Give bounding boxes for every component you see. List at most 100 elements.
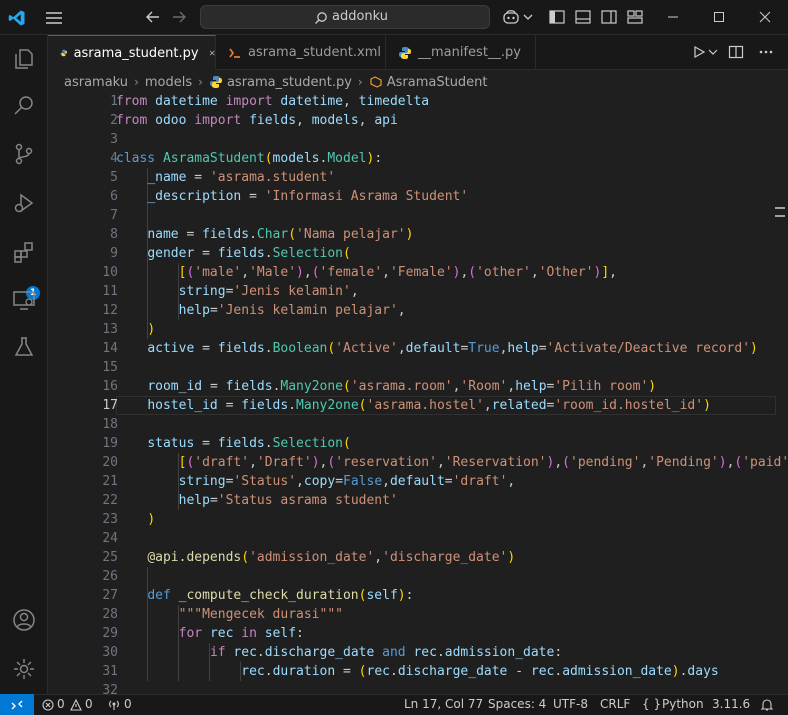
code-line[interactable]: 3 [48, 130, 788, 149]
minimize-icon [668, 16, 678, 18]
indentation[interactable]: Spaces: 4 [488, 697, 546, 711]
code-line[interactable]: 17 hostel_id = fields.Many2one('asrama.h… [48, 396, 788, 415]
remote-explorer-icon[interactable] [12, 288, 36, 312]
code-line[interactable]: 28 """Mengecek durasi""" [48, 605, 788, 624]
encoding[interactable]: UTF-8 [553, 697, 588, 711]
line-number: 11 [102, 284, 118, 299]
explorer-icon[interactable] [12, 47, 36, 71]
language-mode[interactable]: Python [662, 697, 704, 711]
code-line[interactable]: 21 string='Status',copy=False,default='d… [48, 472, 788, 491]
tab-asrama-student-xml[interactable]: asrama_student.xml [216, 35, 386, 70]
code-line[interactable]: 16 room_id = fields.Many2one('asrama.roo… [48, 377, 788, 396]
line-number: 2 [110, 113, 118, 128]
code-line[interactable]: 19 status = fields.Selection( [48, 434, 788, 453]
line-number: 5 [110, 170, 118, 185]
breadcrumb-item[interactable]: AsramaStudent [387, 75, 488, 90]
toggle-secondary-sidebar-icon[interactable] [600, 8, 618, 26]
code-line[interactable]: 4 class AsramaStudent(models.Model): [48, 149, 788, 168]
line-number: 14 [102, 341, 118, 356]
code-line[interactable]: 2 from odoo import fields, models, api [48, 111, 788, 130]
code-text: room_id = fields.Many2one('asrama.room',… [147, 379, 657, 394]
line-number: 21 [102, 474, 118, 489]
warning-icon[interactable] [70, 699, 82, 711]
code-line[interactable]: 23 ) [48, 510, 788, 529]
code-line[interactable]: 10 [('male','Male'),('female','Female'),… [48, 263, 788, 282]
notifications-bell-icon[interactable] [760, 698, 774, 712]
activity-bar: 1 [0, 35, 48, 694]
line-number: 18 [102, 417, 118, 432]
source-control-icon[interactable] [12, 142, 36, 166]
code-line[interactable]: 5 _name = 'asrama.student' [48, 168, 788, 187]
code-text: from datetime import datetime, timedelta [116, 94, 430, 109]
code-line[interactable]: 11 string='Jenis kelamin', [48, 282, 788, 301]
python-version[interactable]: 3.11.6 [712, 697, 750, 711]
code-line[interactable]: 12 help='Jenis kelamin pelajar', [48, 301, 788, 320]
breadcrumb-item[interactable]: asramaku [64, 75, 128, 90]
code-line[interactable]: 31 rec.duration = (rec.discharge_date - … [48, 662, 788, 681]
code-line[interactable]: 27 def _compute_check_duration(self): [48, 586, 788, 605]
error-count[interactable]: 0 [57, 697, 65, 711]
code-line[interactable]: 14 active = fields.Boolean('Active',defa… [48, 339, 788, 358]
code-line[interactable]: 15 [48, 358, 788, 377]
code-line[interactable]: 25 @api.depends('admission_date','discha… [48, 548, 788, 567]
arrow-right-icon[interactable] [170, 8, 188, 26]
breadcrumb-item[interactable]: asrama_student.py [227, 75, 352, 90]
code-line[interactable]: 24 [48, 529, 788, 548]
code-line[interactable]: 1 from datetime import datetime, timedelt… [48, 92, 788, 111]
command-center-search[interactable]: addonku [200, 5, 490, 29]
code-text: active = fields.Boolean('Active',default… [147, 341, 758, 356]
copilot-icon[interactable] [502, 8, 520, 26]
code-text: for rec in self: [178, 626, 304, 641]
toggle-panel-icon[interactable] [574, 8, 592, 26]
status-bar: 0 0 0 Ln 17, Col 77 Spaces: 4 UTF-8 CRLF… [0, 694, 788, 715]
error-icon[interactable] [42, 699, 54, 711]
code-line[interactable]: 20 [('draft','Draft'),('reservation','Re… [48, 453, 788, 472]
code-line[interactable]: 26 [48, 567, 788, 586]
chevron-down-icon[interactable] [522, 8, 534, 26]
tab-asrama-student-py[interactable]: asrama_student.py [48, 35, 216, 70]
ports-count[interactable]: 0 [124, 697, 132, 711]
maximize-button[interactable] [696, 0, 742, 34]
code-line[interactable]: 9 gender = fields.Selection( [48, 244, 788, 263]
arrow-left-icon[interactable] [144, 8, 162, 26]
split-editor-icon[interactable] [728, 44, 744, 60]
ports-antenna-icon[interactable] [108, 699, 120, 711]
customize-layout-icon[interactable] [626, 8, 644, 26]
code-text: @api.depends('admission_date','discharge… [147, 550, 516, 565]
code-line[interactable]: 13 ) [48, 320, 788, 339]
warning-count[interactable]: 0 [85, 697, 93, 711]
line-number: 26 [102, 569, 118, 584]
breadcrumb-item[interactable]: models [145, 75, 192, 90]
line-number: 25 [102, 550, 118, 565]
run-python-icon[interactable] [692, 45, 706, 59]
remote-indicator[interactable] [0, 694, 34, 715]
editor-tab-bar: asrama_student.py asrama_student.xml __m… [48, 35, 788, 70]
chevron-down-icon[interactable] [708, 45, 718, 59]
extensions-icon[interactable] [12, 240, 36, 264]
tab-manifest-py[interactable]: __manifest__.py [386, 35, 536, 70]
end-of-line[interactable]: CRLF [600, 697, 630, 711]
minimize-button[interactable] [650, 0, 696, 34]
search-icon[interactable] [12, 93, 36, 117]
cursor-position[interactable]: Ln 17, Col 77 [404, 697, 483, 711]
code-line[interactable]: 30 if rec.discharge_date and rec.admissi… [48, 643, 788, 662]
language-braces-icon[interactable]: { } [642, 697, 661, 711]
code-line[interactable]: 18 [48, 415, 788, 434]
code-line[interactable]: 22 help='Status asrama student' [48, 491, 788, 510]
accounts-icon[interactable] [12, 608, 36, 632]
hamburger-menu-icon[interactable] [44, 9, 64, 27]
code-line[interactable]: 32 [48, 681, 788, 694]
code-line[interactable]: 6 _description = 'Informasi Asrama Stude… [48, 187, 788, 206]
more-actions-icon[interactable] [758, 44, 774, 60]
settings-gear-icon[interactable] [12, 657, 36, 681]
code-line[interactable]: 8 name = fields.Char('Nama pelajar') [48, 225, 788, 244]
code-editor[interactable]: 1 from datetime import datetime, timedelt… [48, 91, 788, 694]
close-icon[interactable] [209, 47, 215, 59]
testing-flask-icon[interactable] [12, 335, 36, 359]
run-debug-icon[interactable] [12, 191, 36, 215]
python-icon [60, 49, 68, 57]
code-line[interactable]: 29 for rec in self: [48, 624, 788, 643]
toggle-primary-sidebar-icon[interactable] [548, 8, 566, 26]
code-line[interactable]: 7 [48, 206, 788, 225]
close-window-button[interactable] [742, 0, 788, 34]
